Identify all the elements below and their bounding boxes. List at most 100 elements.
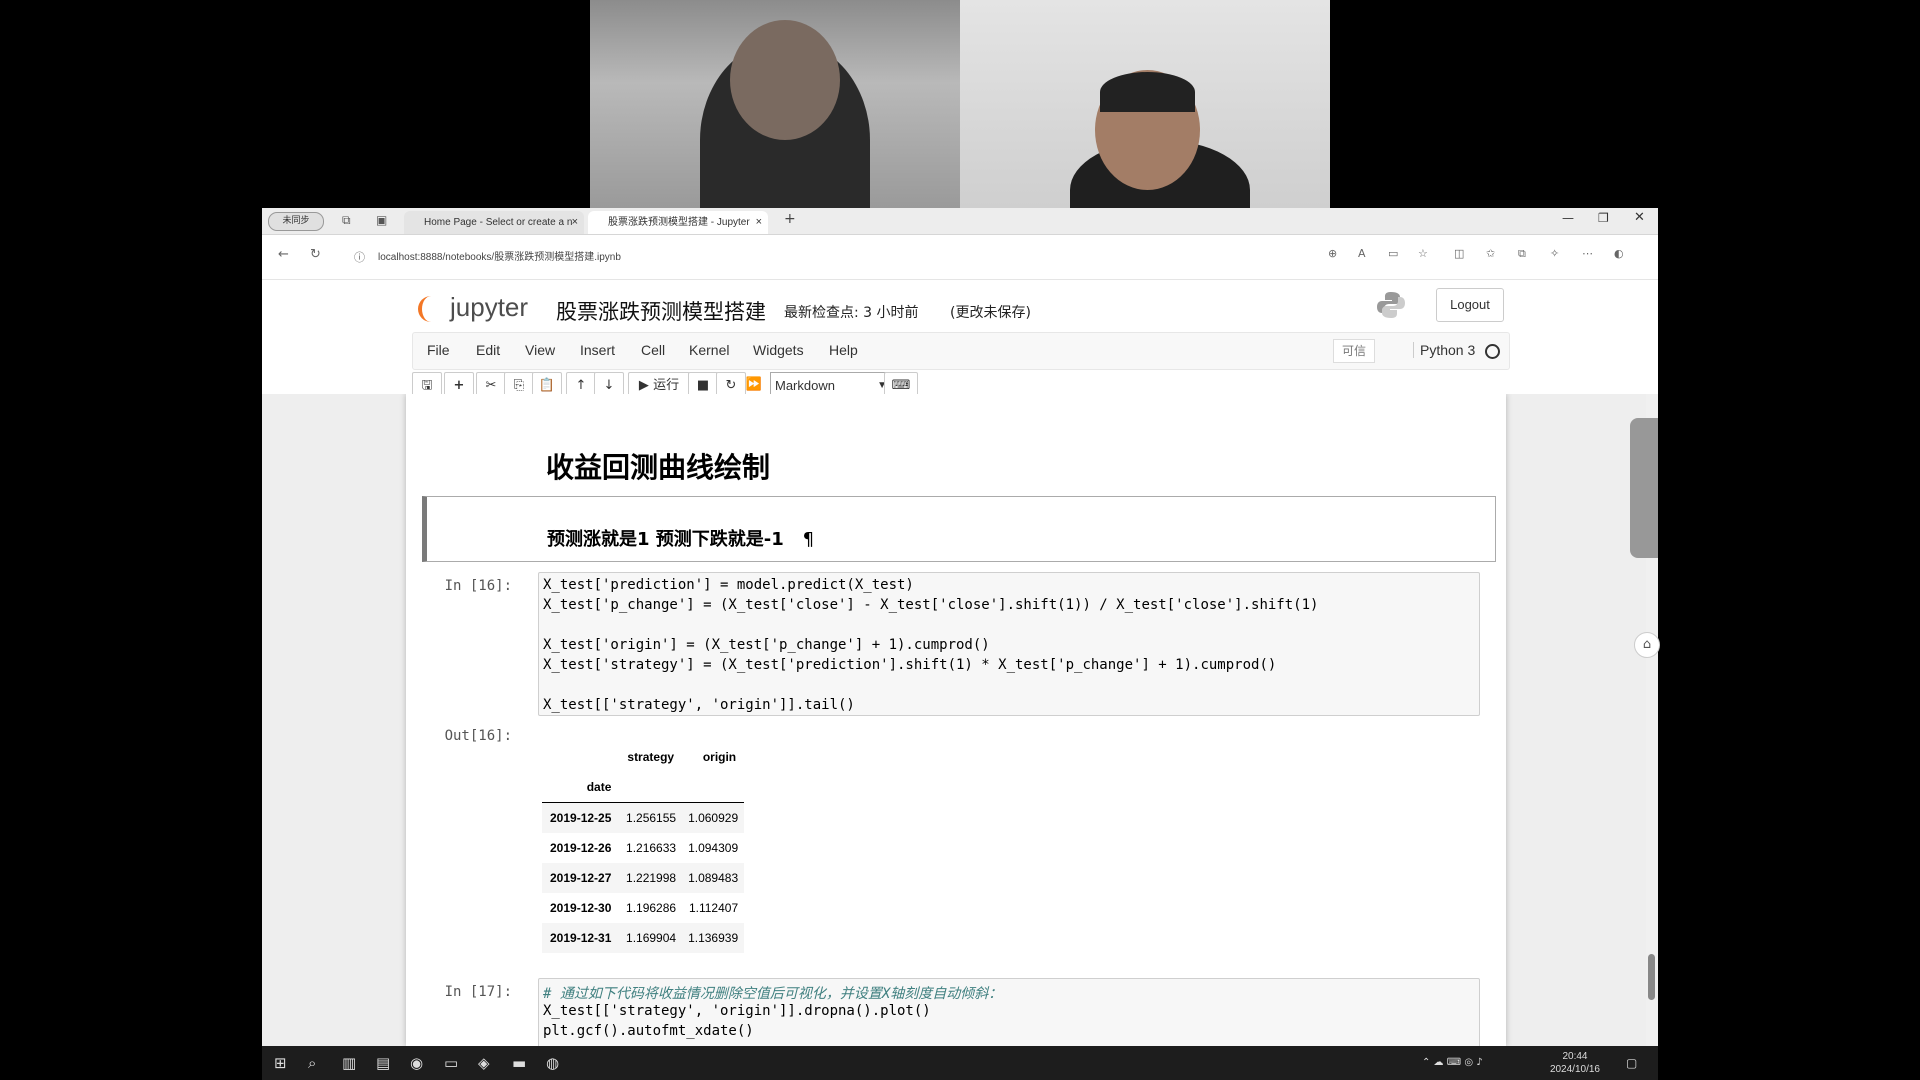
- run-label: 运行: [653, 378, 680, 393]
- menu-kernel[interactable]: Kernel: [689, 342, 729, 358]
- notification-icon[interactable]: ▢: [1626, 1056, 1637, 1070]
- tab-home-page[interactable]: Home Page - Select or create a n ×: [404, 211, 584, 234]
- video-tile-left: [590, 0, 960, 208]
- cell-type-value: Markdown: [775, 378, 835, 393]
- side-panel-toolbar[interactable]: [1630, 418, 1658, 558]
- code-line: X_test[['strategy', 'origin']].dropna().…: [543, 1003, 931, 1019]
- table-row: 2019-12-27 1.221998 1.089483: [542, 863, 745, 893]
- favorite-icon[interactable]: ☆: [1418, 247, 1428, 260]
- copilot-icon[interactable]: ◐: [1614, 247, 1624, 260]
- info-icon[interactable]: ⓘ: [354, 249, 365, 265]
- app-icon-2[interactable]: ◈: [478, 1054, 490, 1072]
- refresh-icon[interactable]: ↻: [310, 247, 321, 262]
- notebook-container: 收益回测曲线绘制 预测涨就是1 预测下跌就是-1 ¶ In [16]: X_te…: [406, 394, 1506, 1046]
- code-comment: # 通过如下代码将收益情况删除空值后可视化，并设置X轴刻度自动倾斜：: [543, 986, 1003, 1002]
- address-bar: ← ↻ ⓘ localhost:8888/notebooks/股票涨跌预测模型搭…: [262, 235, 1658, 280]
- close-window-icon[interactable]: ✕: [1634, 210, 1645, 225]
- jupyter-logo-text: jupyter: [450, 292, 529, 322]
- clock-time: 20:44: [1562, 1051, 1588, 1062]
- code-line: X_test['strategy'] = (X_test['prediction…: [543, 657, 1277, 673]
- app-icon-4[interactable]: ◍: [546, 1054, 559, 1072]
- row-index: 2019-12-26: [550, 841, 612, 855]
- menu-bar: File Edit View Insert Cell Kernel Widget…: [412, 332, 1510, 370]
- start-icon[interactable]: ⊞: [274, 1054, 287, 1072]
- app-icon-3[interactable]: ▬: [512, 1054, 526, 1072]
- restore-icon[interactable]: ❐: [1598, 211, 1609, 225]
- anchor-link[interactable]: ¶: [803, 529, 814, 550]
- tab-label: 股票涨跌预测模型搭建 - Jupyter: [608, 217, 750, 228]
- column-header: origin: [702, 750, 737, 764]
- row-index: 2019-12-25: [542, 802, 620, 833]
- row-index: 2019-12-30: [550, 901, 612, 915]
- collections-icon[interactable]: ⧉: [1518, 247, 1526, 261]
- tab-notebook[interactable]: 股票涨跌预测模型搭建 - Jupyter ×: [588, 211, 768, 234]
- code-line: X_test['origin'] = (X_test['p_change'] +…: [543, 637, 990, 653]
- app-icon[interactable]: ▤: [376, 1054, 390, 1072]
- profile-sync-button[interactable]: 未同步: [268, 212, 324, 231]
- menu-view[interactable]: View: [525, 342, 555, 358]
- table-cell: 1.216633: [626, 841, 677, 855]
- code-line: plt.gcf().autofmt_xdate(): [543, 1023, 754, 1039]
- menu-help[interactable]: Help: [829, 342, 858, 358]
- favorites-icon[interactable]: ✩: [1486, 247, 1495, 260]
- sync-label: 未同步: [282, 216, 310, 226]
- menu-cell[interactable]: Cell: [641, 342, 665, 358]
- tab-label: Home Page - Select or create a n: [424, 217, 573, 228]
- menu-edit[interactable]: Edit: [476, 342, 500, 358]
- index-header-row: date: [542, 772, 745, 803]
- read-aloud-icon[interactable]: A: [1358, 247, 1366, 260]
- subheading-text: 预测涨就是1 预测下跌就是-1: [547, 529, 784, 550]
- reader-icon[interactable]: ▭: [1388, 247, 1398, 260]
- table-row: 2019-12-25 1.256155 1.060929: [542, 802, 745, 833]
- trusted-indicator[interactable]: 可信: [1333, 339, 1375, 363]
- search-icon[interactable]: ⌕: [308, 1054, 316, 1072]
- input-prompt: In [16]:: [444, 578, 512, 594]
- table-cell: 1.136939: [682, 923, 745, 953]
- table-cell: 1.169904: [619, 923, 683, 953]
- kernel-name[interactable]: Python 3: [1413, 342, 1475, 358]
- new-tab-button[interactable]: +: [784, 211, 796, 227]
- table-cell: 1.221998: [619, 863, 683, 893]
- output-prompt: Out[16]:: [444, 728, 512, 744]
- table-cell: 1.256155: [619, 802, 683, 833]
- logout-button[interactable]: Logout: [1436, 288, 1504, 322]
- table-cell: 1.094309: [688, 841, 739, 855]
- file-explorer-icon[interactable]: ▭: [444, 1054, 458, 1072]
- workspaces-icon[interactable]: ⧉: [342, 213, 351, 228]
- scrollbar-thumb[interactable]: [1648, 954, 1655, 1000]
- tray-icons[interactable]: ⌃ ☁ ⌨ ◎ ♪: [1422, 1057, 1483, 1068]
- split-screen-icon[interactable]: ◫: [1454, 247, 1464, 260]
- menu-insert[interactable]: Insert: [580, 342, 615, 358]
- menu-file[interactable]: File: [427, 342, 450, 358]
- code-cell-16[interactable]: X_test['prediction'] = model.predict(X_t…: [538, 572, 1480, 716]
- run-icon: ▶: [638, 378, 649, 393]
- tab-bar: 未同步 ⧉ ▣ Home Page - Select or create a n…: [262, 208, 1658, 235]
- code-cell-17[interactable]: # 通过如下代码将收益情况删除空值后可视化，并设置X轴刻度自动倾斜： X_tes…: [538, 978, 1480, 1046]
- unsaved-status: (更改未保存): [950, 305, 1031, 321]
- back-icon[interactable]: ←: [278, 247, 289, 262]
- zoom-icon[interactable]: ⊕: [1328, 247, 1337, 260]
- code-line: X_test['p_change'] = (X_test['close'] - …: [543, 597, 1319, 613]
- participant-hair: [1100, 72, 1195, 112]
- markdown-heading: 收益回测曲线绘制: [546, 451, 771, 484]
- url-field[interactable]: localhost:8888/notebooks/股票涨跌预测模型搭建.ipyn…: [378, 248, 621, 263]
- windows-taskbar: ⊞ ⌕ ▥ ▤ ◉ ▭ ◈ ▬ ◍ ⌃ ☁ ⌨ ◎ ♪ 20:44 2024/1…: [262, 1046, 1658, 1080]
- code-line: X_test[['strategy', 'origin']].tail(): [543, 697, 855, 713]
- index-spacer: [619, 772, 683, 803]
- task-view-icon[interactable]: ▥: [342, 1054, 356, 1072]
- input-prompt: In [17]:: [444, 984, 512, 1000]
- tab-actions-icon[interactable]: ▣: [376, 213, 387, 227]
- minimize-icon[interactable]: —: [1562, 211, 1574, 225]
- menu-widgets[interactable]: Widgets: [753, 342, 804, 358]
- taskbar-clock[interactable]: 20:44 2024/10/16: [1550, 1050, 1600, 1076]
- floating-assistant-icon[interactable]: ⌂: [1634, 632, 1660, 658]
- browser-taskbar-icon[interactable]: ◉: [410, 1054, 423, 1072]
- selected-markdown-cell[interactable]: 预测涨就是1 预测下跌就是-1 ¶: [422, 496, 1496, 562]
- dataframe-output: strategy origin date 2019-12-25 1.256155…: [542, 742, 745, 953]
- more-icon[interactable]: ⋯: [1582, 247, 1593, 260]
- extensions-icon[interactable]: ✧: [1550, 247, 1559, 260]
- close-tab-icon[interactable]: ×: [756, 211, 762, 234]
- close-tab-icon[interactable]: ×: [572, 211, 578, 234]
- jupyter-logo[interactable]: jupyter: [418, 292, 528, 323]
- notebook-title[interactable]: 股票涨跌预测模型搭建: [556, 296, 766, 326]
